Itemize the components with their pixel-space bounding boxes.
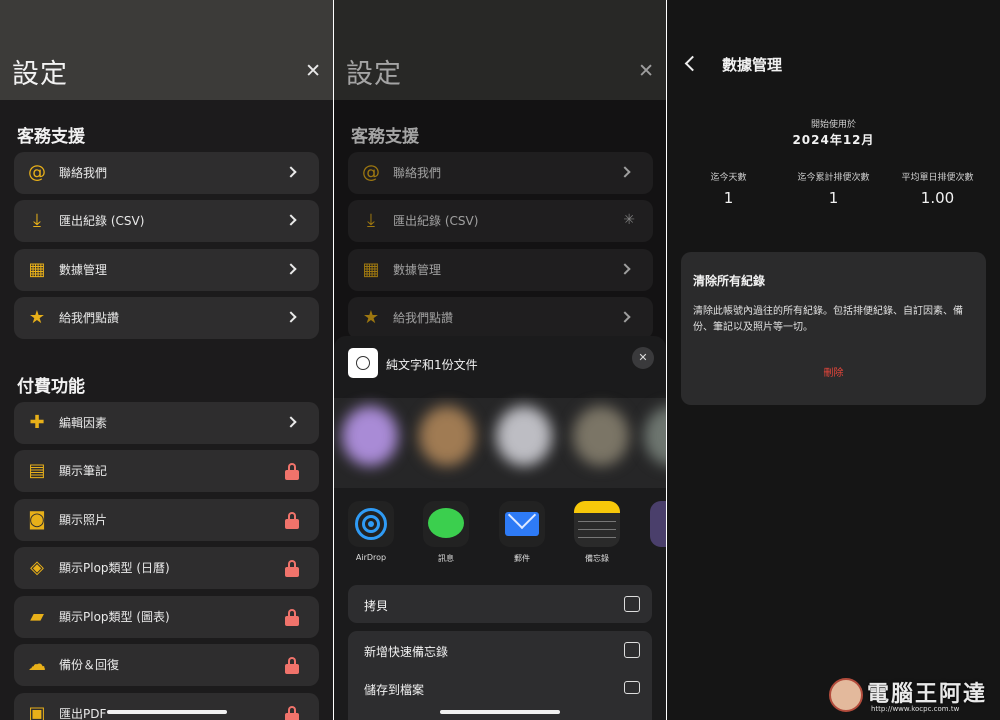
folder-icon [624, 681, 640, 694]
download-icon: ⤓ [33, 210, 41, 231]
mail-icon [499, 501, 545, 547]
chevron-right-icon [285, 214, 297, 226]
chevron-right-icon [285, 416, 297, 428]
settings-item-backup[interactable]: ☁ 備份＆回復 [14, 644, 319, 686]
messages-icon [423, 501, 469, 547]
settings-item-plop-chart[interactable]: ▰ 顯示Plop類型 (圖表) [14, 596, 319, 638]
share-title: 純文字和1份文件 [386, 358, 478, 372]
lock-icon [285, 609, 299, 626]
settings-item-label: 匯出紀錄 (CSV) [59, 214, 145, 228]
airdrop-icon [348, 501, 394, 547]
stat-total: 迄今累計排便次數 1 [797, 173, 870, 207]
settings-item-label: 顯示Plop類型 (日曆) [59, 561, 170, 575]
star-icon: ★ [28, 307, 46, 328]
lock-icon [285, 706, 299, 720]
share-app-mail[interactable]: 郵件 [499, 501, 545, 564]
camera-icon: ◙ [28, 509, 46, 530]
since-label: 開始使用於 [810, 120, 856, 130]
settings-item-label: 顯示Plop類型 (圖表) [59, 610, 170, 624]
share-action-copy[interactable]: 拷貝 [348, 585, 652, 623]
close-icon[interactable]: ✕ [305, 60, 321, 82]
settings-item-label: 聯絡我們 [59, 166, 108, 180]
page-title: 數據管理 [722, 56, 783, 74]
share-apps-row: AirDrop 訊息 郵件 備忘錄 [334, 501, 666, 576]
share-app-notes[interactable]: 備忘錄 [574, 501, 620, 564]
settings-item-data-management[interactable]: ▦ 數據管理 [14, 249, 319, 291]
contact-avatar[interactable] [644, 406, 666, 466]
lock-icon [285, 657, 299, 674]
settings-item-label: 顯示照片 [59, 513, 108, 527]
home-indicator[interactable] [440, 710, 560, 714]
lock-icon [285, 512, 299, 529]
settings-item-export-csv[interactable]: ⤓ 匯出紀錄 (CSV) [14, 200, 319, 242]
quick-note-icon [624, 642, 640, 658]
settings-item-label: 顯示筆記 [59, 464, 108, 478]
chevron-right-icon [285, 263, 297, 275]
at-sign-icon: @ [28, 162, 46, 183]
chevron-right-icon [285, 311, 297, 323]
home-indicator[interactable] [107, 710, 227, 714]
grid-icon: ▦ [28, 259, 46, 280]
puzzle-icon: ✚ [29, 412, 45, 433]
stat-average: 平均單日排便次數 1.00 [901, 173, 974, 207]
back-icon[interactable] [684, 55, 701, 72]
settings-item-contact[interactable]: @ 聯絡我們 [14, 152, 319, 194]
section-title-support: 客務支援 [17, 127, 85, 147]
lock-icon [285, 463, 299, 480]
contact-suggestions [334, 398, 666, 488]
settings-item-show-notes[interactable]: ▤ 顯示筆記 [14, 450, 319, 492]
contact-avatar[interactable] [419, 406, 475, 466]
share-app-airdrop[interactable]: AirDrop [348, 501, 394, 562]
share-sheet: 純文字和1份文件 ✕ AirDrop 訊息 郵件 備忘錄 拷貝 新增快速備忘錄 … [334, 336, 666, 720]
stat-days: 迄今天數 1 [710, 173, 747, 207]
note-icon: ▤ [28, 460, 46, 481]
settings-item-label: 編輯因素 [59, 416, 108, 430]
share-app-more[interactable] [650, 501, 666, 547]
settings-item-label: 數據管理 [59, 263, 108, 277]
cloud-upload-icon: ☁ [28, 654, 46, 675]
data-management-panel: 數據管理 開始使用於 2024年12月 迄今天數 1 迄今累計排便次數 1 平均… [667, 0, 1000, 720]
watermark-logo: 電腦王阿達 http://www.kocpc.com.tw [829, 672, 994, 716]
contact-avatar[interactable] [342, 406, 398, 466]
share-action-quick-note[interactable]: 新增快速備忘錄 [348, 631, 652, 669]
layers-icon: ◈ [30, 557, 44, 578]
app-icon [650, 501, 666, 547]
share-action-save-files[interactable]: 儲存到檔案 [348, 669, 652, 707]
settings-item-edit-factors[interactable]: ✚ 編輯因素 [14, 402, 319, 444]
share-app-messages[interactable]: 訊息 [423, 501, 469, 564]
settings-panel: 設定 ✕ 客務支援 @ 聯絡我們 ⤓ 匯出紀錄 (CSV) ▦ 數據管理 ★ 給… [0, 0, 333, 720]
document-icon [348, 348, 378, 378]
pdf-icon: ▣ [28, 703, 46, 720]
close-icon[interactable]: ✕ [632, 347, 654, 369]
settings-item-rate[interactable]: ★ 給我們點讚 [14, 297, 319, 339]
lock-icon [285, 560, 299, 577]
settings-header: 設定 ✕ [0, 0, 333, 100]
settings-item-label: 備份＆回復 [59, 658, 120, 672]
settings-item-label: 給我們點讚 [59, 311, 120, 325]
mascot-icon [829, 678, 863, 712]
contact-avatar[interactable] [496, 406, 552, 466]
settings-item-plop-calendar[interactable]: ◈ 顯示Plop類型 (日曆) [14, 547, 319, 589]
section-title-paid: 付費功能 [17, 377, 85, 397]
page-title: 設定 [12, 59, 68, 90]
card-title: 清除所有紀錄 [693, 274, 766, 288]
tag-icon: ▰ [30, 606, 44, 627]
settings-item-show-photos[interactable]: ◙ 顯示照片 [14, 499, 319, 541]
contact-avatar[interactable] [573, 406, 629, 466]
copy-icon [624, 596, 640, 612]
settings-item-label: 匯出PDF [59, 707, 107, 720]
clear-records-card: 清除所有紀錄 清除此帳號內過往的所有紀錄。包括排便紀錄、自訂因素、備份、筆記以及… [681, 252, 986, 405]
notes-icon [574, 501, 620, 547]
share-panel: 設定 ✕ 客務支援 @ 聯絡我們 ⤓ 匯出紀錄 (CSV) ✳ ▦ 數據管理 ★… [334, 0, 666, 720]
delete-button[interactable]: 刪除 [681, 364, 986, 379]
share-action-group: 新增快速備忘錄 儲存到檔案 [348, 631, 652, 720]
chevron-right-icon [285, 166, 297, 178]
settings-item-export-pdf[interactable]: ▣ 匯出PDF [14, 693, 319, 720]
card-description: 清除此帳號內過往的所有紀錄。包括排便紀錄、自訂因素、備份、筆記以及照片等一切。 [693, 306, 963, 333]
since-value: 2024年12月 [792, 133, 875, 147]
